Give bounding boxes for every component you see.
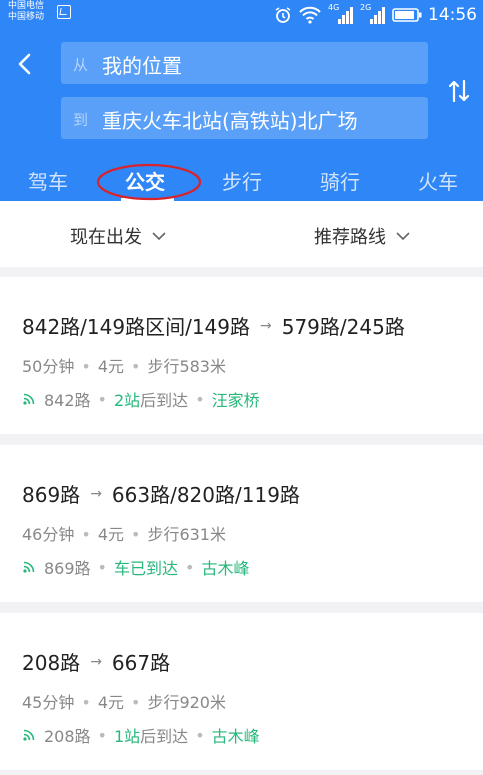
- carrier-labels: 中国电信 中国移动: [8, 1, 44, 23]
- tab-walk[interactable]: 步行: [222, 166, 262, 195]
- realtime-signal-icon: [23, 561, 35, 573]
- realtime-info: 208路 • 1站 后到达 • 古木峰: [22, 723, 260, 747]
- duration: 50分钟: [22, 357, 75, 376]
- realtime-status-text: 后到达: [140, 391, 189, 410]
- depart-time-dropdown[interactable]: 现在出发: [70, 223, 166, 249]
- clock-time: 14:56: [428, 5, 477, 25]
- transfer-arrow-icon: →: [260, 317, 272, 334]
- boarding-stop: 古木峰: [201, 559, 250, 578]
- walk-distance: 步行920米: [147, 693, 226, 712]
- sort-label: 推荐路线: [314, 227, 386, 248]
- price: 4元: [97, 357, 124, 376]
- realtime-status-count: 车已到达: [113, 559, 178, 578]
- tab-drive[interactable]: 驾车: [28, 166, 68, 195]
- transfer-arrow-icon: →: [90, 485, 102, 502]
- realtime-signal-icon: [23, 729, 35, 741]
- realtime-line: 869路: [44, 559, 91, 578]
- red-annotation-ellipse: [96, 163, 202, 201]
- origin-value: 我的位置: [102, 54, 182, 78]
- route-first-leg: 869路: [22, 483, 81, 507]
- walk-distance: 步行631米: [147, 525, 226, 544]
- walk-distance: 步行583米: [147, 357, 226, 376]
- route-second-leg: 579路/245路: [281, 315, 405, 339]
- realtime-line: 208路: [44, 727, 91, 746]
- route-lines: 208路 → 667路: [22, 647, 170, 676]
- status-icons: 4G 2G 14:56: [274, 3, 477, 26]
- tab-train[interactable]: 火车: [418, 166, 458, 195]
- realtime-status-count: 1站: [113, 727, 141, 746]
- route-lines: 842路/149路区间/149路 → 579路/245路: [22, 311, 405, 340]
- status-bar: 中国电信 中国移动 4G 2G 14:56: [0, 0, 483, 30]
- route-first-leg: 842路/149路区间/149路: [22, 315, 250, 339]
- destination-tag: 到: [73, 111, 89, 129]
- realtime-info: 842路 • 2站 后到达 • 汪家桥: [22, 387, 260, 411]
- boarding-stop: 古木峰: [211, 727, 260, 746]
- boarding-stop: 汪家桥: [211, 391, 260, 410]
- route-first-leg: 208路: [22, 651, 81, 675]
- tab-bike[interactable]: 骑行: [320, 166, 360, 195]
- destination-input[interactable]: 到 重庆火车北站(高铁站)北广场: [61, 97, 428, 139]
- realtime-info: 869路 • 车已到达 • 古木峰: [22, 555, 249, 579]
- price: 4元: [97, 693, 124, 712]
- carrier-1: 中国电信: [8, 1, 45, 11]
- realtime-signal-icon: [23, 393, 35, 405]
- price: 4元: [97, 525, 124, 544]
- route-header: 从 我的位置 到 重庆火车北站(高铁站)北广场 驾车 公交 步行 骑行 火车: [0, 30, 483, 201]
- battery-icon: [392, 8, 422, 22]
- transport-mode-tabs: 驾车 公交 步行 骑行 火车: [0, 164, 483, 201]
- origin-input[interactable]: 从 我的位置: [61, 42, 428, 84]
- carrier-2: 中国移动: [8, 12, 45, 22]
- route-result-card[interactable]: 869路 → 663路/820路/119路 46分钟 • 4元 • 步行631米 869…: [0, 445, 483, 602]
- route-result-card[interactable]: 842路/149路区间/149路 → 579路/245路 50分钟 • 4元 • 步行5…: [0, 277, 483, 434]
- realtime-status-text: 后到达: [140, 727, 189, 746]
- chevron-down-icon: [396, 232, 410, 241]
- route-lines: 869路 → 663路/820路/119路: [22, 479, 300, 508]
- destination-value: 重庆火车北站(高铁站)北广场: [102, 109, 358, 133]
- route-summary: 46分钟 • 4元 • 步行631米: [22, 525, 226, 544]
- realtime-line: 842路: [44, 391, 91, 410]
- alarm-icon: [275, 7, 291, 23]
- signal-1-icon: 4G: [328, 3, 354, 25]
- wifi-icon: [299, 6, 321, 24]
- chevron-down-icon: [152, 232, 166, 241]
- image-notification-icon: [57, 5, 71, 19]
- route-summary: 45分钟 • 4元 • 步行920米: [22, 693, 226, 712]
- filter-bar: 现在出发 推荐路线: [0, 201, 483, 267]
- origin-tag: 从: [73, 56, 89, 74]
- duration: 46分钟: [22, 525, 75, 544]
- route-second-leg: 663路/820路/119路: [111, 483, 300, 507]
- signal-2-icon: 2G: [360, 3, 386, 25]
- realtime-status-count: 2站: [113, 391, 141, 410]
- sort-dropdown[interactable]: 推荐路线: [314, 223, 410, 249]
- depart-time-label: 现在出发: [70, 227, 142, 248]
- back-arrow-icon[interactable]: [14, 52, 38, 76]
- swap-icon[interactable]: [447, 77, 471, 105]
- route-summary: 50分钟 • 4元 • 步行583米: [22, 357, 226, 376]
- duration: 45分钟: [22, 693, 75, 712]
- transfer-arrow-icon: →: [90, 653, 102, 670]
- route-second-leg: 667路: [111, 651, 171, 675]
- route-result-card[interactable]: 208路 → 667路 45分钟 • 4元 • 步行920米 208路 • 1站 后到达 • 古木…: [0, 613, 483, 770]
